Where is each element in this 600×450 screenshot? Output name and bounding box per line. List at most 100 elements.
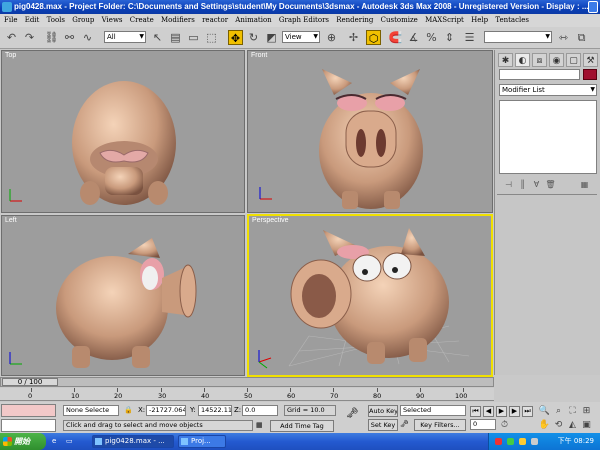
maxscript-input-mini[interactable] bbox=[1, 419, 56, 432]
tray-volume-icon[interactable] bbox=[519, 438, 526, 445]
taskbar-item-3dsmax[interactable]: pig0428.max - ... bbox=[92, 435, 174, 448]
menu-customize[interactable]: Customize bbox=[381, 16, 418, 24]
spinner-snap-icon[interactable]: ⇕ bbox=[442, 30, 457, 45]
object-name-field[interactable] bbox=[499, 69, 580, 80]
select-manipulate-icon[interactable]: ✢ bbox=[346, 30, 361, 45]
key-icon[interactable]: 🗝 bbox=[346, 408, 359, 419]
utilities-tab-icon[interactable]: ⚒ bbox=[583, 53, 598, 67]
time-tag-icon[interactable]: ▦ bbox=[256, 420, 263, 431]
pivot-center-icon[interactable]: ⊕ bbox=[324, 30, 339, 45]
menu-edit[interactable]: Edit bbox=[25, 16, 40, 24]
time-config-icon[interactable]: ⏱ bbox=[498, 419, 511, 431]
configure-modifier-sets-icon[interactable]: ▦ bbox=[579, 179, 590, 190]
zoom-icon[interactable]: 🔍 bbox=[538, 405, 551, 417]
maxscript-listener-mini[interactable] bbox=[1, 404, 56, 417]
z-coordinate-field[interactable]: 0.0 bbox=[242, 405, 278, 416]
zoom-extents-icon[interactable]: ⛶ bbox=[566, 405, 579, 417]
percent-snap-icon[interactable]: % bbox=[424, 30, 439, 45]
rectangular-selection-icon[interactable]: ▭ bbox=[186, 30, 201, 45]
select-and-link-icon[interactable]: ⛓ bbox=[44, 30, 59, 45]
viewport-front[interactable]: Front bbox=[247, 50, 493, 213]
remove-modifier-icon[interactable]: 🗑 bbox=[545, 179, 556, 190]
bind-space-warp-icon[interactable]: ∿ bbox=[80, 30, 95, 45]
menu-graph-editors[interactable]: Graph Editors bbox=[279, 16, 329, 24]
select-object-icon[interactable]: ↖ bbox=[150, 30, 165, 45]
window-crossing-icon[interactable]: ⬚ bbox=[204, 30, 219, 45]
modifier-stack[interactable] bbox=[499, 100, 597, 174]
set-key-button[interactable]: Set Key bbox=[368, 419, 398, 431]
select-and-move-icon[interactable]: ✥ bbox=[228, 30, 243, 45]
menu-modifiers[interactable]: Modifiers bbox=[161, 16, 195, 24]
angle-snap-icon[interactable]: ∡ bbox=[406, 30, 421, 45]
modify-tab-icon[interactable]: ◐ bbox=[515, 53, 530, 67]
viewport-perspective[interactable]: Perspective bbox=[247, 214, 493, 377]
auto-key-button[interactable]: Auto Key bbox=[368, 405, 398, 417]
align-icon[interactable]: ⧉ bbox=[574, 30, 589, 45]
zoom-extents-all-icon[interactable]: ⊞ bbox=[580, 405, 593, 417]
redo-icon[interactable]: ↷ bbox=[22, 30, 37, 45]
menu-views[interactable]: Views bbox=[102, 16, 123, 24]
quicklaunch-desktop-icon[interactable]: ▭ bbox=[66, 436, 73, 447]
track-bar[interactable]: 0 10 20 30 40 50 60 70 80 90 100 bbox=[0, 388, 494, 401]
tray-misc-icon[interactable] bbox=[531, 438, 538, 445]
select-by-name-icon[interactable]: ▤ bbox=[168, 30, 183, 45]
time-slider-thumb[interactable]: 0 / 100 bbox=[2, 378, 58, 386]
play-icon[interactable]: ▶ bbox=[496, 406, 507, 417]
go-to-start-icon[interactable]: ⏮ bbox=[470, 406, 481, 417]
keyboard-shortcut-override-icon[interactable]: ⬡ bbox=[366, 30, 381, 45]
selection-filter-dropdown[interactable]: All ▼ bbox=[104, 31, 146, 43]
minimize-button[interactable] bbox=[588, 1, 598, 13]
menu-create[interactable]: Create bbox=[130, 16, 154, 24]
select-and-scale-icon[interactable]: ◩ bbox=[264, 30, 279, 45]
mirror-icon[interactable]: ⇿ bbox=[556, 30, 571, 45]
reference-coordinate-dropdown[interactable]: View ▼ bbox=[282, 31, 320, 43]
select-and-rotate-icon[interactable]: ↻ bbox=[246, 30, 261, 45]
edit-named-selection-icon[interactable]: ☰ bbox=[462, 30, 477, 45]
named-selection-set-dropdown[interactable]: ▼ bbox=[484, 31, 552, 43]
object-color-swatch[interactable] bbox=[583, 69, 597, 80]
taskbar-item-project[interactable]: Proj... bbox=[178, 435, 226, 448]
menu-rendering[interactable]: Rendering bbox=[336, 16, 373, 24]
orbit-icon[interactable]: ⟲ bbox=[552, 419, 565, 431]
maximize-viewport-icon[interactable]: ▣ bbox=[580, 419, 593, 431]
time-slider[interactable]: 0 / 100 bbox=[0, 377, 494, 387]
snap-toggle-icon[interactable]: 🧲 bbox=[388, 30, 403, 45]
lock-selection-icon[interactable]: 🔒 bbox=[124, 405, 133, 416]
motion-tab-icon[interactable]: ◉ bbox=[549, 53, 564, 67]
viewport-top[interactable]: Top bbox=[1, 50, 245, 213]
menu-animation[interactable]: Animation bbox=[235, 16, 271, 24]
next-frame-icon[interactable]: ▶ bbox=[509, 406, 520, 417]
tray-network-icon[interactable] bbox=[507, 438, 514, 445]
tray-alert-icon[interactable] bbox=[495, 438, 502, 445]
hierarchy-tab-icon[interactable]: ⧈ bbox=[532, 53, 547, 67]
display-tab-icon[interactable]: ▢ bbox=[566, 53, 581, 67]
add-time-tag-button[interactable]: Add Time Tag bbox=[270, 420, 334, 432]
menu-group[interactable]: Group bbox=[72, 16, 94, 24]
menu-file[interactable]: File bbox=[4, 16, 17, 24]
make-unique-icon[interactable]: ∀ bbox=[531, 179, 542, 190]
key-mode-dropdown[interactable]: Selected bbox=[400, 405, 466, 416]
current-frame-field[interactable]: 0 bbox=[470, 419, 496, 430]
set-key-icon[interactable]: 🗝 bbox=[400, 419, 409, 430]
quicklaunch-ie-icon[interactable]: e bbox=[52, 436, 56, 447]
go-to-end-icon[interactable]: ⏭ bbox=[522, 406, 533, 417]
key-filters-button[interactable]: Key Filters... bbox=[414, 419, 466, 431]
menu-tools[interactable]: Tools bbox=[47, 16, 65, 24]
x-coordinate-field[interactable]: -21727.064 bbox=[146, 405, 186, 416]
modifier-list-dropdown[interactable]: Modifier List ▼ bbox=[499, 84, 597, 96]
pan-icon[interactable]: ✋ bbox=[538, 419, 551, 431]
y-coordinate-field[interactable]: 14522.113 bbox=[198, 405, 232, 416]
start-button[interactable]: 開始 bbox=[0, 433, 46, 450]
show-end-result-icon[interactable]: ║ bbox=[517, 179, 528, 190]
menu-tentacles[interactable]: Tentacles bbox=[495, 16, 529, 24]
menu-reactor[interactable]: reactor bbox=[202, 16, 228, 24]
menu-maxscript[interactable]: MAXScript bbox=[425, 16, 464, 24]
previous-frame-icon[interactable]: ◀ bbox=[483, 406, 494, 417]
undo-icon[interactable]: ↶ bbox=[4, 30, 19, 45]
zoom-all-icon[interactable]: ⌕ bbox=[552, 405, 565, 417]
create-tab-icon[interactable]: ✱ bbox=[498, 53, 513, 67]
pin-stack-icon[interactable]: ⊣ bbox=[503, 179, 514, 190]
unlink-icon[interactable]: ⚯ bbox=[62, 30, 77, 45]
field-of-view-icon[interactable]: ◭ bbox=[566, 419, 579, 431]
menu-help[interactable]: Help bbox=[471, 16, 488, 24]
